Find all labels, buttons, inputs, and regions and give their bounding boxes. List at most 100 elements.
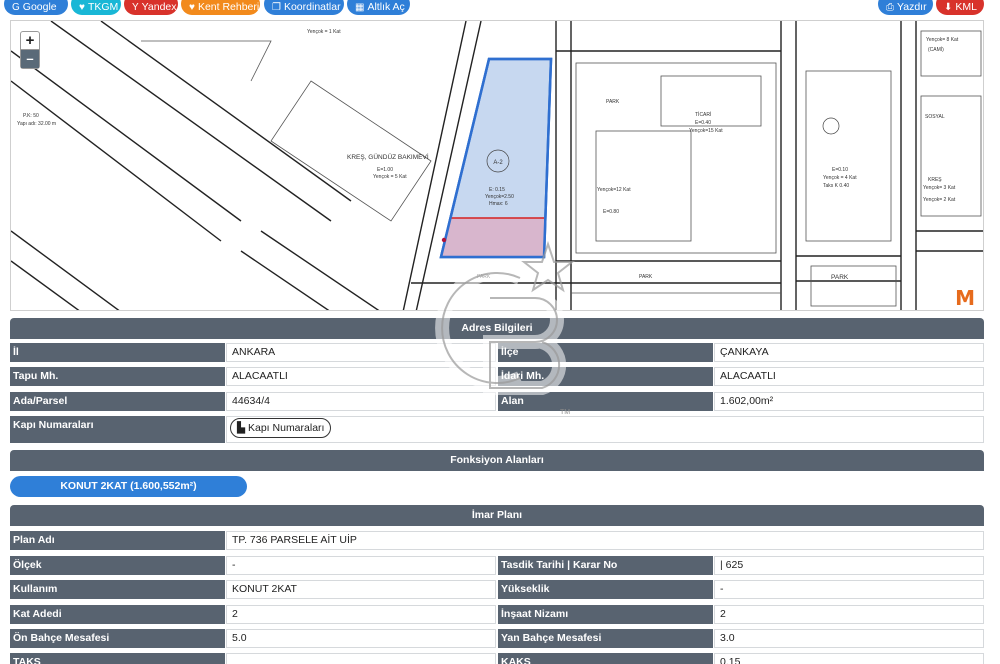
kent-rehberi-button[interactable]: ♥ Kent Rehberi (181, 0, 260, 15)
e-100-label: E=1.00 (377, 167, 393, 173)
printer-icon: ⎙ (886, 2, 894, 13)
yukseklik-label: Yükseklik (498, 580, 713, 599)
kres-2-label: KREŞ (928, 177, 942, 183)
kaks-value: 0.15 (714, 653, 984, 664)
ekolojik-label: Yapı adı: 32.00 m (17, 121, 56, 127)
plan-adi-value: TP. 736 PARSELE AİT UİP (226, 531, 984, 550)
row-kat: Kat Adedi 2 İnşaat Nizamı 2 (10, 605, 984, 625)
zoom-out-button[interactable]: – (21, 50, 39, 68)
on-bahce-value: 5.0 (226, 629, 496, 648)
kapi-cell (226, 416, 984, 443)
row-bahce: Ön Bahçe Mesafesi 5.0 Yan Bahçe Mesafesi… (10, 629, 984, 649)
zoom-in-button[interactable]: + (21, 32, 39, 50)
map-pin-icon: ♥ (79, 2, 85, 13)
row-tapu: Tapu Mh. ALACAATLI İdari Mh. ALACAATLI (10, 367, 984, 387)
yandex-button[interactable]: Y Yandex (124, 0, 178, 15)
taks-value (226, 653, 496, 664)
row-il: İl ANKARA İlçe ÇANKAYA (10, 343, 984, 363)
ilce-label: İlçe (498, 343, 713, 362)
yencok-4-label: Yençok = 4 Kat (823, 175, 857, 181)
imar-header: İmar Planı (10, 505, 984, 526)
ilce-value: ÇANKAYA (714, 343, 984, 362)
row-taks: TAKS KAKS 0.15 (10, 653, 984, 664)
il-value: ANKARA (226, 343, 496, 362)
tesis-label: Yençok=12 Kat (597, 187, 631, 193)
tasdik-label: Tasdik Tarihi | Karar No (498, 556, 713, 575)
parcel-symbol-text: A-2 (493, 160, 503, 166)
on-bahce-label: Ön Bahçe Mesafesi (10, 629, 225, 648)
e-040-label: E=0.40 (695, 120, 711, 126)
tkgm-button[interactable]: ♥ TKGM (71, 0, 121, 15)
kat-adedi-value: 2 (226, 605, 496, 624)
row-kapi: Kapı Numaraları ▙ Kapı Numaraları (10, 416, 984, 444)
kapi-label: Kapı Numaraları (10, 416, 225, 443)
row-plan-adi: Plan Adı TP. 736 PARSELE AİT UİP (10, 531, 984, 551)
yan-bahce-value: 3.0 (714, 629, 984, 648)
taks-map-label: Taks K 0.40 (823, 183, 849, 189)
sosyal-label: SOSYAL (925, 114, 945, 120)
insaat-nizami-label: İnşaat Nizamı (498, 605, 713, 624)
alan-value: 1.602,00m² (714, 392, 984, 411)
taks-label: TAKS (10, 653, 225, 664)
kat-adedi-label: Kat Adedi (10, 605, 225, 624)
map-icon: ▦ (355, 2, 365, 13)
idari-value: ALACAATLI (714, 367, 984, 386)
yan-bahce-label: Yan Bahçe Mesafesi (498, 629, 713, 648)
map-logo: M (955, 286, 975, 310)
download-icon: ⬇ (944, 2, 953, 13)
insaat-nizami-value: 2 (714, 605, 984, 624)
adres-header: Adres Bilgileri (10, 318, 984, 339)
tapu-label: Tapu Mh. (10, 367, 225, 386)
idari-label: İdari Mh. (498, 367, 713, 386)
print-button[interactable]: ⎙ Yazdır (878, 0, 933, 15)
koordinatlar-button[interactable]: ❐ Koordinatlar (264, 0, 344, 15)
park-label-3: PARK (477, 274, 491, 280)
kml-button[interactable]: ⬇ KML (936, 0, 984, 15)
parcel-kat-text: Hmax: 6 (489, 201, 508, 207)
il-label: İl (10, 343, 225, 362)
ada-label: Ada/Parsel (10, 392, 225, 411)
park-label-1: PARK (606, 99, 620, 105)
yandex-icon: Y (132, 2, 139, 13)
parcel-yencok-text: Yençok=2.50 (485, 194, 514, 200)
zoning-map[interactable]: A-2 E: 0.15 Yençok=2.50 Hmax: 6 KREŞ, GÜ… (10, 20, 984, 311)
tasdik-value: | 625 (714, 556, 984, 575)
ada-value: 44634/4 (226, 392, 496, 411)
plan-adi-label: Plan Adı (10, 531, 225, 550)
zoom-control: + – (20, 31, 40, 69)
yencok-3-label: Yençok=15 Kat (689, 128, 723, 134)
kaks-label: KAKS (498, 653, 713, 664)
e-010-label: E=0.10 (832, 167, 848, 173)
ticari-label: TİCARİ (695, 111, 711, 118)
map-toolbar: G Google ♥ TKGM Y Yandex ♥ Kent Rehberi ❐ Koo… (0, 0, 1000, 20)
kres-label: KREŞ, GÜNDÜZ BAKIMEVİ (347, 152, 429, 161)
alan-label: Alan (498, 392, 713, 411)
yencok-1-label: Yençok = 1 Kat (307, 29, 341, 35)
copy-icon: ❐ (272, 2, 281, 13)
yencok-6-label: Yençok= 3 Kat (923, 185, 956, 191)
kullanim-value: KONUT 2KAT (226, 580, 496, 599)
row-ada: Ada/Parsel 44634/4 Alan 1.602,00m² (10, 392, 984, 412)
google-icon: G (12, 2, 20, 13)
kapi-numaralari-button[interactable]: ▙ Kapı Numaraları (230, 418, 332, 438)
row-olcek: Ölçek - Tasdik Tarihi | Karar No | 625 (10, 556, 984, 576)
kullanim-label: Kullanım (10, 580, 225, 599)
fonksiyon-pill[interactable]: KONUT 2KAT (1.600,552m²) (10, 476, 247, 497)
yukseklik-value: - (714, 580, 984, 599)
parcel-e-text: E: 0.15 (489, 187, 505, 193)
tapu-value: ALACAATLI (226, 367, 496, 386)
e-080-label: E=0.80 (603, 209, 619, 215)
altlik-ac-button[interactable]: ▦ Altlık Aç (347, 0, 410, 15)
map-drawing: A-2 E: 0.15 Yençok=2.50 Hmax: 6 KREŞ, GÜ… (11, 21, 983, 310)
map-pin-icon: ♥ (189, 2, 195, 13)
building-icon: ▙ (237, 422, 246, 434)
yencok-7-label: Yençok= 2 Kat (923, 197, 956, 203)
row-kullanim: Kullanım KONUT 2KAT Yükseklik - (10, 580, 984, 600)
park-label-4: PARK (831, 274, 849, 281)
yencok-5-label: Yençok= 8 Kat (926, 37, 959, 43)
google-button[interactable]: G Google (4, 0, 68, 15)
cami-label: (CAMİ) (928, 46, 944, 53)
park-label-2: PARK (639, 274, 653, 280)
yencok-2-label: Yençok = 5 Kat (373, 174, 407, 180)
ev-label: P.K: 50 (23, 113, 39, 119)
